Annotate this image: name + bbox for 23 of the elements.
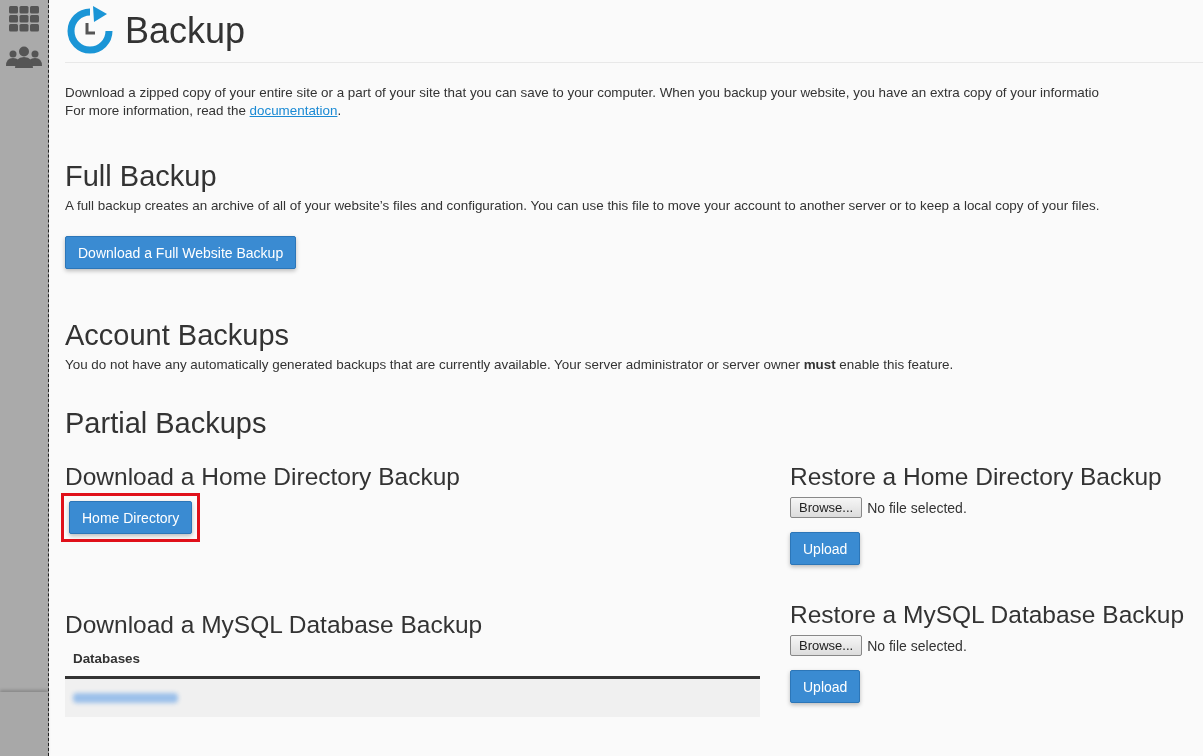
browse-button[interactable]: Browse...	[790, 497, 863, 518]
page-title: Backup	[125, 10, 246, 52]
home-directory-button[interactable]: Home Directory	[69, 501, 193, 534]
section-heading: Download a MySQL Database Backup	[65, 611, 484, 639]
intro-text: For more information, read the documentation.	[65, 102, 343, 120]
file-status: No file selected.	[867, 637, 967, 654]
backup-clock-icon	[65, 6, 115, 56]
section-heading: Account Backups	[65, 319, 291, 352]
section-heading: Partial Backups	[65, 407, 268, 440]
section-heading: Full Backup	[65, 160, 218, 193]
browse-button[interactable]: Browse...	[790, 635, 863, 656]
section-heading: Download a Home Directory Backup	[65, 463, 461, 491]
section-heading: Restore a MySQL Database Backup	[790, 601, 1185, 629]
users-icon[interactable]	[6, 46, 42, 68]
full-backup-button[interactable]: Download a Full Website Backup	[65, 236, 297, 269]
file-status: No file selected.	[867, 499, 967, 516]
upload-button[interactable]: Upload	[790, 532, 861, 565]
section-description: A full backup creates an archive of all of your website’s files and configuration. You can use this file to move your account to another server or to keep a local copy of your files.	[65, 197, 1101, 215]
section-heading: Restore a Home Directory Backup	[790, 463, 1163, 491]
grid-icon[interactable]	[9, 6, 39, 32]
upload-button[interactable]: Upload	[790, 670, 861, 703]
section-description: You do not have any automatically generated backups that are currently available. Your server administrator or server owner must enable this feature.	[65, 356, 955, 374]
intro-text: Download a zipped copy of your entire site or a part of your site that you can save to your computer. When you backup your website, you have an extra copy of your informatio	[65, 84, 1100, 102]
